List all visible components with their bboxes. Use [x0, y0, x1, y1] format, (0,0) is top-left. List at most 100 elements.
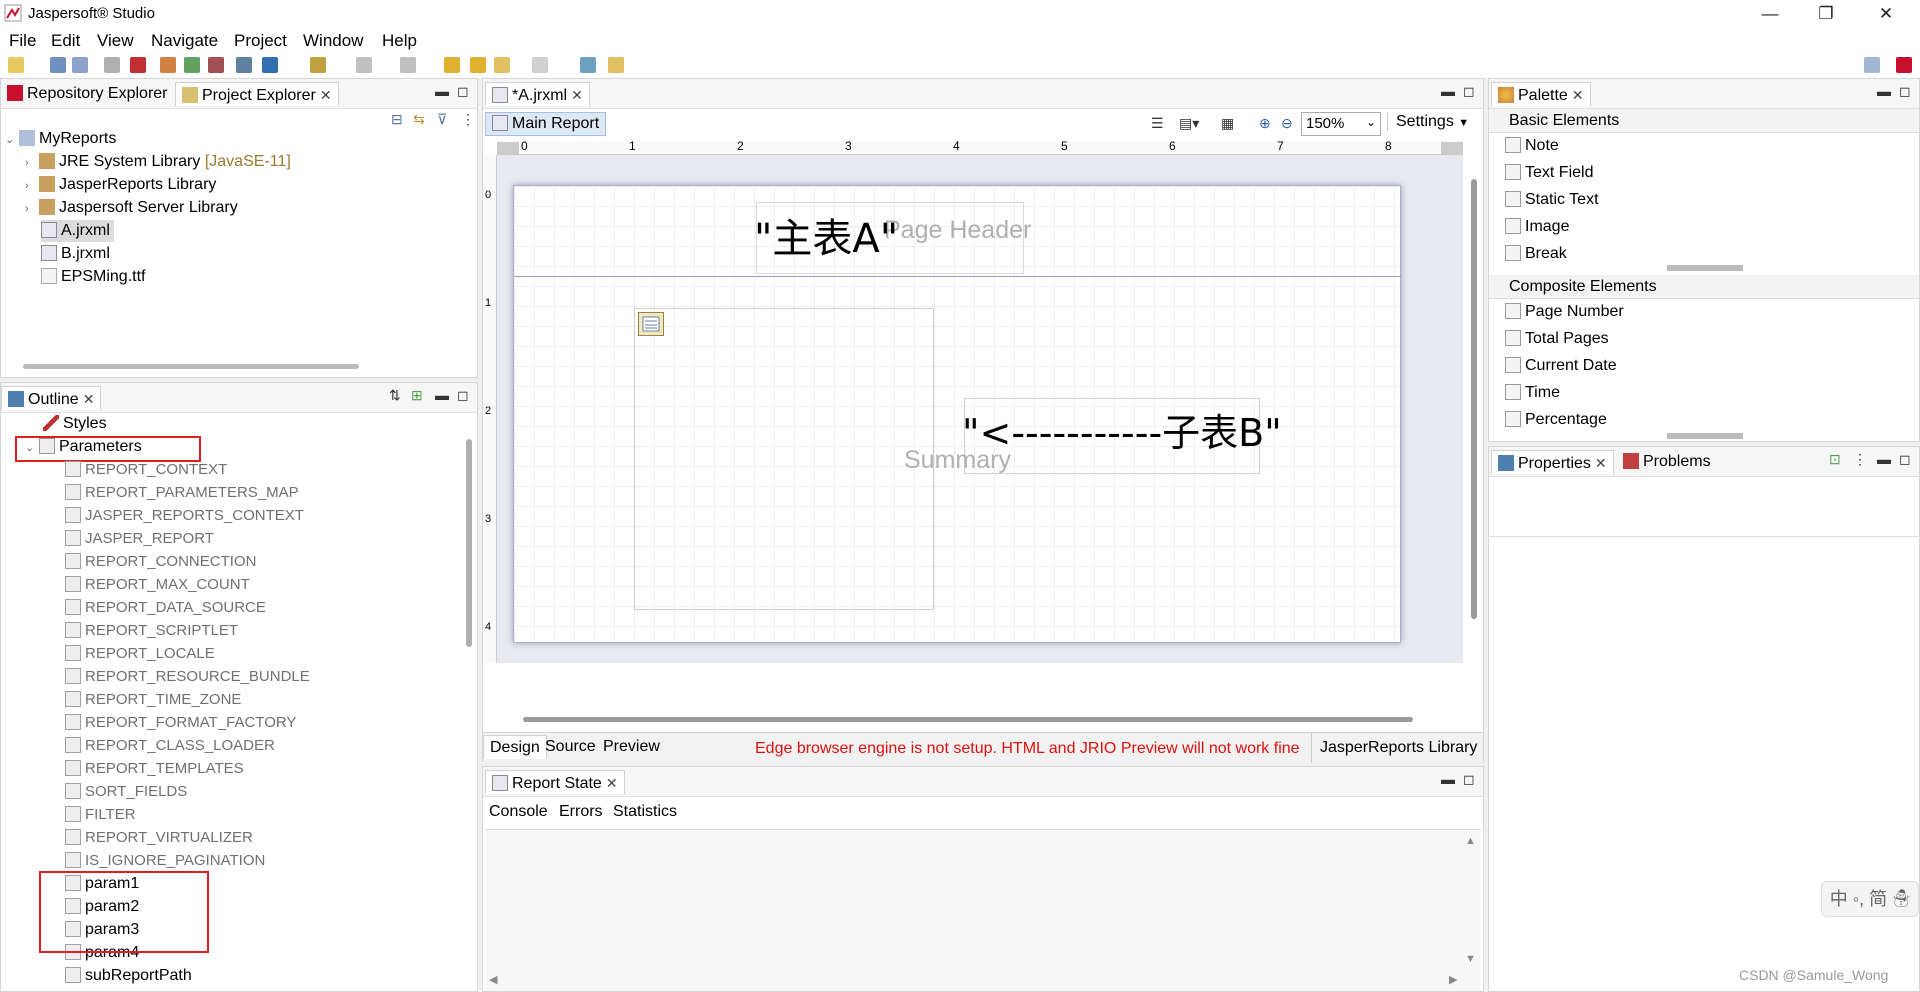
tree-item-a-jrxml[interactable]: A.jrxml — [41, 220, 114, 242]
tree-item-b-jrxml[interactable]: B.jrxml — [41, 243, 110, 265]
minimize-view-icon[interactable]: ▬ — [435, 387, 449, 403]
section-resize-handle[interactable] — [1667, 433, 1743, 439]
menu-help[interactable]: Help — [382, 31, 417, 51]
tree-item-param[interactable]: SORT_FIELDS — [65, 781, 187, 803]
tree-item-epsming-ttf[interactable]: EPSMing.ttf — [41, 266, 145, 288]
tree-item-jre-library[interactable]: › JRE System Library [JavaSE-11] — [25, 151, 291, 173]
palette-item[interactable]: Image — [1505, 218, 1569, 236]
close-icon[interactable]: ✕ — [83, 391, 95, 407]
section-resize-handle[interactable] — [1667, 265, 1743, 271]
main-report-breadcrumb[interactable]: Main Report — [485, 112, 607, 136]
minimize-view-icon[interactable]: ▬ — [1441, 83, 1455, 99]
scroll-left-arrow-icon[interactable]: ◀ — [489, 973, 497, 986]
subtab-errors[interactable]: Errors — [559, 803, 603, 821]
menu-view[interactable]: View — [97, 31, 134, 51]
tree-item-param[interactable]: REPORT_TEMPLATES — [65, 758, 244, 780]
report-page[interactable]: Page Header "主表A" Summary "<-----------子… — [513, 185, 1402, 643]
palette-item[interactable]: Break — [1505, 245, 1567, 263]
tree-item-param[interactable]: REPORT_FORMAT_FACTORY — [65, 712, 296, 734]
scroll-right-arrow-icon[interactable]: ▶ — [1449, 973, 1457, 986]
binary-icon[interactable] — [104, 57, 120, 73]
tree-item-jasperreports-library[interactable]: › JasperReports Library — [25, 174, 216, 196]
tab-problems[interactable]: Problems — [1617, 450, 1717, 474]
edit-icon[interactable] — [208, 57, 224, 73]
subreport-element[interactable] — [634, 308, 934, 610]
scroll-up-arrow-icon[interactable]: ▲ — [1465, 835, 1476, 847]
tab-preview[interactable]: Preview — [597, 735, 666, 759]
zoom-select[interactable]: 150% ⌄ — [1301, 112, 1381, 136]
tree-item-param[interactable]: REPORT_CONNECTION — [65, 551, 256, 573]
vertical-scrollbar[interactable] — [1471, 179, 1477, 619]
tab-outline[interactable]: Outline ✕ — [1, 386, 102, 410]
tree-item-server-library[interactable]: › Jaspersoft Server Library — [25, 197, 238, 219]
palette-item[interactable]: Page Number — [1505, 303, 1624, 321]
main-table-label[interactable]: "主表A" — [754, 206, 898, 264]
tab-properties[interactable]: Properties ✕ — [1491, 450, 1614, 474]
tree-item-param[interactable]: JASPER_REPORTS_CONTEXT — [65, 505, 304, 527]
tree-item-param[interactable]: REPORT_DATA_SOURCE — [65, 597, 266, 619]
menu-project[interactable]: Project — [234, 31, 287, 51]
tree-item-param[interactable]: REPORT_MAX_COUNT — [65, 574, 250, 596]
design-canvas[interactable]: Page Header "主表A" Summary "<-----------子… — [497, 155, 1463, 663]
open-perspective-icon[interactable] — [580, 57, 596, 73]
maximize-view-icon[interactable]: ◻ — [457, 83, 469, 100]
save-icon[interactable] — [50, 57, 66, 73]
tree-item-param[interactable]: REPORT_TIME_ZONE — [65, 689, 241, 711]
vertical-scrollbar[interactable] — [466, 439, 472, 647]
forward-icon[interactable] — [532, 57, 548, 73]
pin-view-icon[interactable]: ⊡ — [1829, 451, 1841, 468]
tab-project-explorer[interactable]: Project Explorer ✕ — [175, 82, 339, 106]
tab-a-jrxml[interactable]: *A.jrxml ✕ — [485, 82, 590, 106]
zoom-in-icon[interactable]: ⊕ — [1259, 115, 1271, 132]
tree-item-param[interactable]: JASPER_REPORT — [65, 528, 214, 550]
palette-item[interactable]: Text Field — [1505, 164, 1593, 182]
close-icon[interactable]: ✕ — [320, 87, 332, 103]
horizontal-scrollbar[interactable] — [523, 717, 1413, 722]
close-button[interactable]: ✕ — [1858, 0, 1914, 28]
subtab-console[interactable]: Console — [489, 803, 548, 821]
close-icon[interactable]: ✕ — [606, 775, 618, 791]
palette-item[interactable]: Note — [1505, 137, 1559, 155]
palette-item[interactable]: Time — [1505, 384, 1560, 402]
print-icon[interactable] — [236, 57, 252, 73]
menu-edit[interactable]: Edit — [51, 31, 80, 51]
back-icon[interactable] — [494, 57, 510, 73]
palette-item[interactable]: Static Text — [1505, 191, 1599, 209]
sub-table-label[interactable]: "<-----------子表B" — [962, 402, 1282, 457]
zoom-out-icon[interactable]: ⊖ — [1281, 115, 1293, 132]
maximize-view-icon[interactable]: ◻ — [457, 387, 469, 404]
tab-palette[interactable]: Palette ✕ — [1491, 82, 1591, 106]
maximize-view-icon[interactable]: ◻ — [1463, 771, 1475, 788]
maximize-view-icon[interactable]: ◻ — [1463, 83, 1475, 100]
save-all-icon[interactable] — [72, 57, 88, 73]
view-menu-icon[interactable]: ⋮ — [1853, 451, 1867, 468]
forward-edit-icon[interactable] — [470, 57, 486, 73]
tree-item-param[interactable]: REPORT_CONTEXT — [65, 459, 227, 481]
tree-item-myreports[interactable]: ⌄ MyReports — [5, 128, 116, 150]
filter-icon[interactable]: ⊽ — [437, 111, 447, 128]
show-hierarchy-icon[interactable]: ⊞ — [411, 387, 423, 404]
minimize-view-icon[interactable]: ▬ — [1877, 83, 1891, 99]
settings-dropdown[interactable]: Settings ▼ — [1387, 113, 1469, 131]
search-tool-icon[interactable] — [310, 57, 326, 73]
tree-item-styles[interactable]: Styles — [43, 413, 107, 435]
close-icon[interactable]: ✕ — [1572, 87, 1584, 103]
publish-icon[interactable] — [184, 57, 200, 73]
ime-indicator[interactable]: 中 ◦, 简 ☃ — [1821, 881, 1919, 917]
tree-item-param[interactable]: REPORT_LOCALE — [65, 643, 215, 665]
collapse-all-icon[interactable]: ⊟ — [391, 111, 403, 128]
horizontal-scrollbar[interactable] — [23, 364, 359, 369]
new-icon[interactable] — [8, 57, 24, 73]
minimize-view-icon[interactable]: ▬ — [1441, 771, 1455, 787]
pin-icon[interactable] — [608, 57, 624, 73]
maximize-view-icon[interactable]: ◻ — [1899, 83, 1911, 100]
minimize-view-icon[interactable]: ▬ — [1877, 451, 1891, 467]
view-menu-icon[interactable]: ⋮ — [461, 111, 475, 128]
subtab-statistics[interactable]: Statistics — [613, 803, 677, 821]
menu-file[interactable]: File — [9, 31, 36, 51]
layout-icon[interactable]: ▤▾ — [1179, 115, 1199, 132]
perspective-icon[interactable] — [1864, 57, 1880, 73]
debug-icon[interactable] — [130, 57, 146, 73]
jasperreports-library-button[interactable]: JasperReports Library — [1311, 733, 1477, 763]
scroll-down-arrow-icon[interactable]: ▼ — [1465, 953, 1476, 965]
